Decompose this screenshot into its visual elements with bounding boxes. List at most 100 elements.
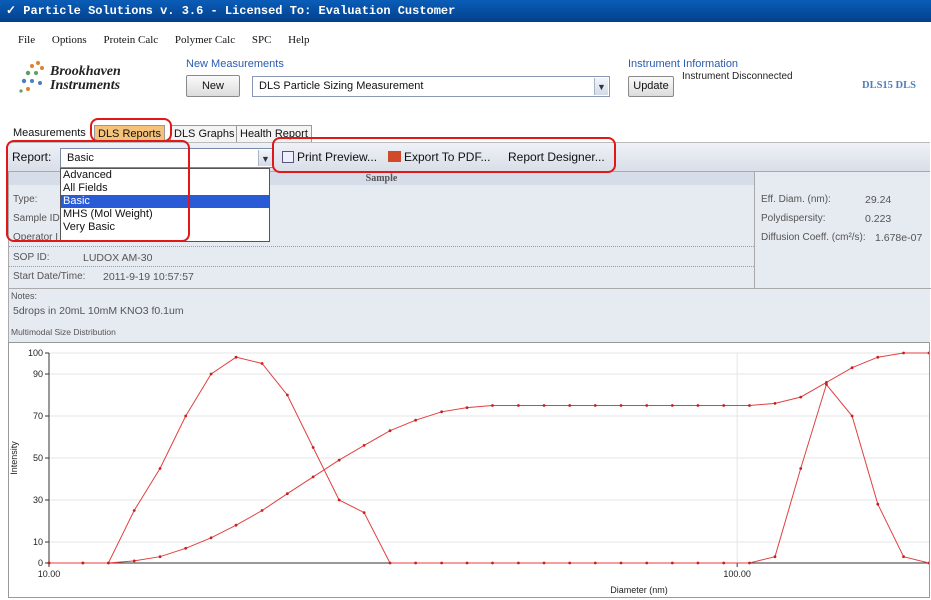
series-2-point (722, 404, 726, 407)
instrument-models: DLS15 DLS (862, 80, 916, 91)
series-1-point (158, 467, 162, 470)
series-1-point (696, 561, 700, 565)
series-2-point (158, 555, 162, 559)
x-tick-label: 10.00 (38, 569, 61, 579)
series-1-point (722, 561, 726, 565)
window-title-bar: ✓ Particle Solutions v. 3.6 - Licensed T… (0, 0, 931, 22)
menu-options[interactable]: Options (52, 34, 87, 46)
menu-help[interactable]: Help (288, 34, 309, 46)
series-2-point (748, 404, 751, 407)
series-2-point (362, 444, 366, 447)
chevron-down-icon[interactable]: ▼ (594, 78, 608, 95)
series-2-point (132, 559, 136, 563)
instrument-info-label: Instrument Information (628, 58, 739, 70)
menu-polymer-calc[interactable]: Polymer Calc (175, 34, 235, 46)
column-divider (754, 172, 755, 288)
diffusion-value: 1.678e-07 (875, 232, 923, 244)
row-separator (9, 266, 754, 267)
menu-bar: File Options Protein Calc Polymer Calc S… (0, 34, 312, 50)
eff-diam-label: Eff. Diam. (nm): (761, 194, 831, 205)
menu-file[interactable]: File (18, 34, 35, 46)
series-2-point (440, 410, 444, 414)
series-1-point (927, 561, 931, 565)
series-2-point (491, 404, 494, 407)
app-icon: ✓ (6, 4, 24, 18)
start-time-value: 2011-9-19 10:57:57 (103, 271, 194, 283)
update-button[interactable]: Update (628, 76, 674, 97)
series-2-point (414, 418, 418, 422)
new-measurements-label: New Measurements (186, 58, 284, 70)
series-1-point (773, 555, 777, 559)
series-2-point (517, 404, 520, 407)
start-time-label: Start Date/Time: (13, 271, 86, 282)
series-2-point (799, 395, 803, 399)
series-2-point (285, 492, 289, 496)
series-2-point (311, 475, 315, 479)
series-2-point (568, 404, 572, 407)
logo-line1: Brookhaven (50, 64, 121, 79)
series-1-point (285, 393, 289, 397)
series-1-point (799, 467, 803, 470)
series-1-point (337, 498, 341, 502)
logo-line2: Instruments (50, 78, 121, 93)
series-1-point (132, 509, 136, 512)
window-title: Particle Solutions v. 3.6 - Licensed To:… (23, 4, 456, 18)
menu-spc[interactable]: SPC (252, 34, 272, 46)
series-2-point (260, 509, 264, 512)
series-1-point (645, 561, 649, 565)
polydispersity-label: Polydispersity: (761, 213, 826, 224)
series-1-point (619, 561, 623, 565)
highlight-report-select (6, 140, 190, 242)
y-tick-label: 90 (33, 369, 43, 379)
series-1-line (49, 356, 930, 564)
series-2-point (184, 546, 188, 550)
series-1-point (876, 502, 880, 506)
series-1-point (362, 511, 366, 514)
y-tick-label: 30 (33, 495, 43, 505)
menu-protein-calc[interactable]: Protein Calc (103, 34, 158, 46)
series-2-point (81, 561, 85, 565)
y-tick-label: 0 (38, 558, 43, 568)
measurement-type-select[interactable]: DLS Particle Sizing Measurement ▼ (252, 76, 610, 97)
series-1-point (491, 561, 494, 565)
series-1-point (465, 561, 469, 565)
diffusion-label: Diffusion Coeff. (cm²/s): (761, 232, 866, 243)
chevron-down-icon[interactable]: ▼ (258, 150, 272, 166)
y-tick-label: 50 (33, 453, 43, 463)
series-2-point (773, 402, 777, 405)
series-1-point (209, 372, 213, 376)
sop-id-value: LUDOX AM-30 (83, 252, 153, 264)
series-2-point (542, 404, 546, 407)
chart-grid (48, 352, 929, 563)
series-2-point (209, 536, 213, 540)
series-2-point (619, 404, 623, 407)
series-1-point (440, 561, 444, 565)
series-1-point (670, 561, 674, 565)
notes-label: Notes: (11, 291, 38, 301)
series-1-point (542, 561, 546, 565)
series-2-point (645, 404, 649, 407)
section-divider (9, 288, 931, 289)
chart-svg: 0103050709010010.00 100.00 Diameter (nm) … (9, 348, 931, 595)
measurement-type-value: DLS Particle Sizing Measurement (259, 80, 424, 92)
series-2-point (696, 404, 700, 407)
series-1-point (568, 561, 572, 565)
row-separator (9, 246, 754, 247)
series-1-point (414, 561, 418, 565)
series-1-point (593, 561, 597, 565)
new-button[interactable]: New (186, 75, 240, 97)
series-2-point (593, 404, 597, 407)
chart-title: Multimodal Size Distribution (11, 327, 116, 337)
series-2-point (850, 366, 854, 370)
series-2-point (825, 381, 828, 384)
y-tick-label: 70 (33, 411, 43, 421)
brookhaven-logo: Brookhaven Instruments (18, 57, 168, 97)
series-1-point (388, 561, 392, 565)
series-1-point (748, 561, 751, 565)
series-2-point (107, 561, 110, 565)
polydispersity-value: 0.223 (865, 213, 892, 225)
series-1-point (311, 446, 315, 449)
series-1-point (850, 414, 854, 418)
series-2-point (876, 355, 880, 359)
series-2-point (234, 523, 238, 527)
